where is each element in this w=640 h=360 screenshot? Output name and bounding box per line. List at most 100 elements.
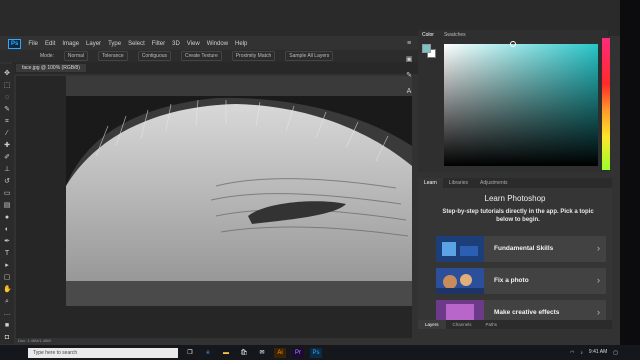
menu-type[interactable]: Type	[108, 41, 121, 47]
brush-tool-icon[interactable]: ✐	[3, 154, 11, 162]
tab-channels[interactable]: Channels	[446, 320, 479, 329]
quick-mask-icon[interactable]: ◘	[3, 334, 11, 342]
card-label: Fix a photo	[494, 277, 529, 284]
task-view-icon[interactable]: ❐	[184, 348, 196, 358]
card-label: Fundamental Skills	[494, 245, 554, 252]
chevron-right-icon: ›	[597, 243, 600, 253]
notifications-icon[interactable]: ▢	[613, 350, 618, 356]
menu-layer[interactable]: Layer	[86, 41, 101, 47]
color-picker-field[interactable]	[444, 41, 598, 166]
hand-tool-icon[interactable]: ✋	[3, 286, 12, 294]
menu-filter[interactable]: Filter	[152, 41, 165, 47]
tab-learn[interactable]: Learn	[418, 178, 443, 188]
zoom-tool-icon[interactable]: ⌕	[3, 298, 11, 306]
photoshop-window: Ps File Edit Image Layer Type Select Fil…	[0, 0, 620, 345]
menu-window[interactable]: Window	[207, 41, 228, 47]
pen-tool-icon[interactable]: ✒	[3, 238, 11, 246]
history-brush-tool-icon[interactable]: ↺	[3, 178, 11, 186]
blur-tool-icon[interactable]: ●	[3, 214, 11, 222]
color-picker-cursor[interactable]	[510, 41, 516, 47]
character-panel-icon[interactable]: A	[405, 88, 413, 96]
brush-settings-icon[interactable]: ✎	[405, 72, 413, 80]
system-tray: ◠ ♪ 9:41 AM ▢	[570, 345, 618, 360]
menu-view[interactable]: View	[187, 41, 200, 47]
mode-label: Mode:	[40, 53, 54, 59]
menu-3d[interactable]: 3D	[172, 41, 180, 47]
gradient-tool-icon[interactable]: ▤	[3, 202, 11, 210]
status-bar: Doc: 1.46M/1.46M	[18, 338, 51, 343]
properties-panel-icon[interactable]: ▣	[405, 56, 413, 64]
eraser-tool-icon[interactable]: ▭	[3, 190, 11, 198]
photoshop-icon[interactable]: Ps	[310, 347, 322, 358]
quick-select-tool-icon[interactable]: ✎	[3, 106, 11, 114]
create-texture-option[interactable]: Create Texture	[181, 51, 222, 61]
eyedropper-tool-icon[interactable]: ⁄	[3, 130, 11, 138]
mail-icon[interactable]: ✉	[256, 348, 268, 358]
move-tool-icon[interactable]: ✥	[3, 70, 11, 78]
chevron-right-icon: ›	[597, 307, 600, 317]
network-icon[interactable]: ◠	[570, 350, 574, 356]
clock[interactable]: 9:41 AM	[589, 350, 607, 355]
fundamental-skills-thumbnail	[436, 236, 484, 262]
photoshop-logo-icon: Ps	[8, 39, 22, 49]
tab-libraries[interactable]: Libraries	[443, 178, 474, 188]
mode-select[interactable]: Normal	[63, 51, 89, 61]
menu-image[interactable]: Image	[62, 41, 79, 47]
store-icon[interactable]: 🛍	[238, 348, 250, 358]
edge-icon[interactable]: e	[202, 348, 214, 358]
foreground-color-swatch[interactable]	[422, 44, 431, 53]
learn-panel: Learn Libraries Adjustments Learn Photos…	[418, 178, 612, 326]
canvas-area[interactable]	[16, 76, 412, 338]
document-tabs: face.jpg @ 100% (RGB/8)	[12, 62, 420, 74]
tab-swatches[interactable]: Swatches	[444, 32, 466, 38]
type-tool-icon[interactable]: T	[3, 250, 11, 258]
proximity-match-option[interactable]: Proximity Match	[231, 51, 276, 61]
tab-face-jpg[interactable]: face.jpg @ 100% (RGB/8)	[16, 64, 86, 72]
layers-panel-tabs: Layers Channels Paths	[418, 320, 612, 329]
hue-slider[interactable]	[602, 38, 610, 170]
tab-adjustments[interactable]: Adjustments	[474, 178, 514, 188]
path-select-tool-icon[interactable]: ▸	[3, 262, 11, 270]
menu-help[interactable]: Help	[235, 41, 247, 47]
card-fix-a-photo[interactable]: Fix a photo ›	[436, 268, 606, 294]
premiere-icon[interactable]: Pr	[292, 347, 304, 358]
history-panel-icon[interactable]: ≡	[405, 40, 413, 48]
clone-stamp-tool-icon[interactable]: ⊥	[3, 166, 11, 174]
taskbar-search-input[interactable]: Type here to search	[28, 347, 178, 358]
card-label: Make creative effects	[494, 309, 560, 316]
chevron-right-icon: ›	[597, 275, 600, 285]
document-canvas-photo	[16, 76, 412, 306]
foreground-background-swatch-icon[interactable]: ■	[3, 322, 11, 330]
menu-bar: Ps File Edit Image Layer Type Select Fil…	[8, 38, 247, 50]
learn-title: Learn Photoshop	[484, 194, 546, 203]
foreground-background-colors[interactable]	[422, 44, 436, 58]
sample-all-layers-option[interactable]: Sample All Layers	[285, 51, 334, 61]
learn-panel-tabs: Learn Libraries Adjustments	[418, 178, 612, 188]
lasso-tool-icon[interactable]: ◌	[3, 94, 11, 102]
crop-tool-icon[interactable]: ⌗	[3, 118, 11, 126]
tools-panel: ✥ ⬚ ◌ ✎ ⌗ ⁄ ✚ ✐ ⊥ ↺ ▭ ▤ ● ◐ ✒ T ▸ ▢ ✋ ⌕ …	[0, 64, 14, 344]
learn-description: Step-by-step tutorials directly in the a…	[442, 209, 594, 223]
more-tools-icon[interactable]: …	[3, 310, 11, 318]
tab-layers[interactable]: Layers	[418, 320, 446, 329]
windows-taskbar: Type here to search ❐ e ▬ 🛍 ✉ Ai Pr Ps ◠…	[0, 345, 640, 360]
color-panel-tabs: Color Swatches	[422, 32, 466, 38]
marquee-tool-icon[interactable]: ⬚	[3, 82, 11, 90]
color-panel: Color Swatches	[418, 30, 610, 172]
card-fundamental-skills[interactable]: Fundamental Skills ›	[436, 236, 606, 262]
fix-a-photo-thumbnail	[436, 268, 484, 294]
menu-file[interactable]: File	[28, 41, 38, 47]
contiguous-option[interactable]: Contiguous	[137, 51, 172, 61]
file-explorer-icon[interactable]: ▬	[220, 348, 232, 358]
dodge-tool-icon[interactable]: ◐	[3, 226, 11, 234]
menu-select[interactable]: Select	[128, 41, 145, 47]
tab-paths[interactable]: Paths	[479, 320, 505, 329]
panel-icons-column: ≡ ▣ ✎ A	[400, 36, 418, 156]
volume-icon[interactable]: ♪	[580, 350, 583, 356]
menu-edit[interactable]: Edit	[45, 41, 55, 47]
tolerance-option[interactable]: Tolerance	[98, 51, 128, 61]
illustrator-icon[interactable]: Ai	[274, 347, 286, 358]
tab-color[interactable]: Color	[422, 32, 434, 38]
shape-tool-icon[interactable]: ▢	[3, 274, 11, 282]
healing-brush-tool-icon[interactable]: ✚	[3, 142, 11, 150]
